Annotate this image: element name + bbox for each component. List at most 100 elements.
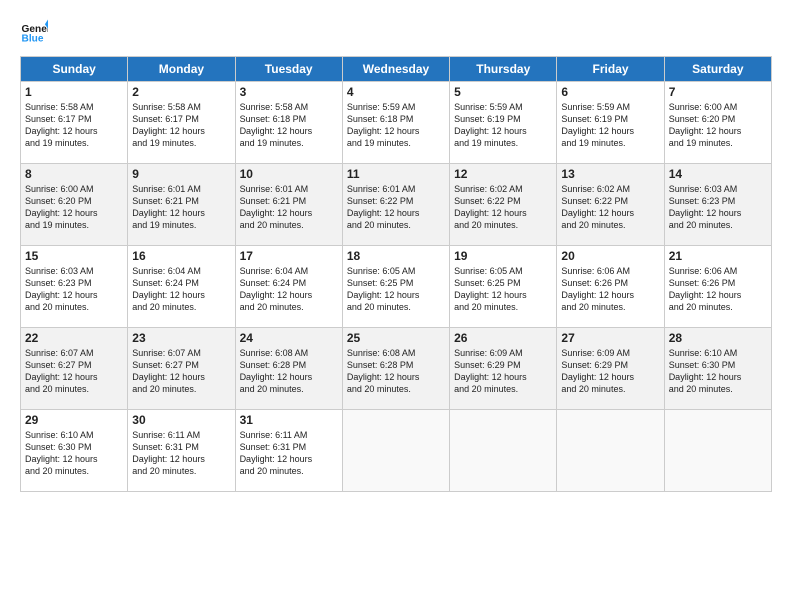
logo: General Blue	[20, 18, 48, 46]
calendar-day-cell: 16 Sunrise: 6:04 AM Sunset: 6:24 PM Dayli…	[128, 246, 235, 328]
day-info: Sunrise: 5:58 AM Sunset: 6:17 PM Dayligh…	[25, 101, 123, 150]
day-number: 14	[669, 167, 767, 181]
calendar-day-cell: 29 Sunrise: 6:10 AM Sunset: 6:30 PM Dayli…	[21, 410, 128, 492]
day-info: Sunrise: 6:06 AM Sunset: 6:26 PM Dayligh…	[561, 265, 659, 314]
day-number: 8	[25, 167, 123, 181]
logo-icon: General Blue	[20, 18, 48, 46]
calendar-day-cell: 20 Sunrise: 6:06 AM Sunset: 6:26 PM Dayli…	[557, 246, 664, 328]
day-number: 4	[347, 85, 445, 99]
day-number: 3	[240, 85, 338, 99]
day-info: Sunrise: 6:04 AM Sunset: 6:24 PM Dayligh…	[132, 265, 230, 314]
calendar-week-row: 1 Sunrise: 5:58 AM Sunset: 6:17 PM Daylig…	[21, 82, 772, 164]
day-info: Sunrise: 6:01 AM Sunset: 6:21 PM Dayligh…	[240, 183, 338, 232]
calendar-day-cell: 30 Sunrise: 6:11 AM Sunset: 6:31 PM Dayli…	[128, 410, 235, 492]
calendar-week-row: 15 Sunrise: 6:03 AM Sunset: 6:23 PM Dayli…	[21, 246, 772, 328]
day-info: Sunrise: 6:03 AM Sunset: 6:23 PM Dayligh…	[669, 183, 767, 232]
day-info: Sunrise: 5:58 AM Sunset: 6:17 PM Dayligh…	[132, 101, 230, 150]
calendar-day-cell: 10Sunrise: 6:01 AM Sunset: 6:21 PM Dayli…	[235, 164, 342, 246]
day-info: Sunrise: 6:10 AM Sunset: 6:30 PM Dayligh…	[25, 429, 123, 478]
day-number: 13	[561, 167, 659, 181]
day-number: 30	[132, 413, 230, 427]
calendar-day-cell: 2 Sunrise: 5:58 AM Sunset: 6:17 PM Daylig…	[128, 82, 235, 164]
calendar-day-cell: 15 Sunrise: 6:03 AM Sunset: 6:23 PM Dayli…	[21, 246, 128, 328]
calendar-day-cell: 27 Sunrise: 6:09 AM Sunset: 6:29 PM Dayli…	[557, 328, 664, 410]
day-number: 19	[454, 249, 552, 263]
day-header-sunday: Sunday	[21, 57, 128, 82]
day-number: 21	[669, 249, 767, 263]
calendar-day-cell	[664, 410, 771, 492]
day-number: 15	[25, 249, 123, 263]
day-number: 29	[25, 413, 123, 427]
day-info: Sunrise: 6:09 AM Sunset: 6:29 PM Dayligh…	[454, 347, 552, 396]
day-number: 5	[454, 85, 552, 99]
calendar-day-cell: 23Sunrise: 6:07 AM Sunset: 6:27 PM Dayli…	[128, 328, 235, 410]
calendar-day-cell: 21Sunrise: 6:06 AM Sunset: 6:26 PM Dayli…	[664, 246, 771, 328]
day-header-saturday: Saturday	[664, 57, 771, 82]
calendar-day-cell: 19 Sunrise: 6:05 AM Sunset: 6:25 PM Dayli…	[450, 246, 557, 328]
day-number: 17	[240, 249, 338, 263]
calendar-week-row: 29 Sunrise: 6:10 AM Sunset: 6:30 PM Dayli…	[21, 410, 772, 492]
calendar-week-row: 22Sunrise: 6:07 AM Sunset: 6:27 PM Dayli…	[21, 328, 772, 410]
day-header-monday: Monday	[128, 57, 235, 82]
calendar-header-row: SundayMondayTuesdayWednesdayThursdayFrid…	[21, 57, 772, 82]
calendar-day-cell: 8 Sunrise: 6:00 AM Sunset: 6:20 PM Daylig…	[21, 164, 128, 246]
day-number: 2	[132, 85, 230, 99]
day-number: 7	[669, 85, 767, 99]
calendar-day-cell: 12Sunrise: 6:02 AM Sunset: 6:22 PM Dayli…	[450, 164, 557, 246]
day-header-tuesday: Tuesday	[235, 57, 342, 82]
calendar-day-cell: 13Sunrise: 6:02 AM Sunset: 6:22 PM Dayli…	[557, 164, 664, 246]
day-info: Sunrise: 6:01 AM Sunset: 6:22 PM Dayligh…	[347, 183, 445, 232]
day-number: 24	[240, 331, 338, 345]
day-info: Sunrise: 6:08 AM Sunset: 6:28 PM Dayligh…	[347, 347, 445, 396]
day-number: 25	[347, 331, 445, 345]
day-number: 26	[454, 331, 552, 345]
calendar-body: 1 Sunrise: 5:58 AM Sunset: 6:17 PM Daylig…	[21, 82, 772, 492]
day-info: Sunrise: 6:05 AM Sunset: 6:25 PM Dayligh…	[454, 265, 552, 314]
day-number: 22	[25, 331, 123, 345]
day-number: 18	[347, 249, 445, 263]
calendar-table: SundayMondayTuesdayWednesdayThursdayFrid…	[20, 56, 772, 492]
calendar-day-cell	[557, 410, 664, 492]
day-number: 16	[132, 249, 230, 263]
day-info: Sunrise: 6:09 AM Sunset: 6:29 PM Dayligh…	[561, 347, 659, 396]
day-info: Sunrise: 6:10 AM Sunset: 6:30 PM Dayligh…	[669, 347, 767, 396]
day-info: Sunrise: 5:59 AM Sunset: 6:19 PM Dayligh…	[561, 101, 659, 150]
calendar-day-cell	[450, 410, 557, 492]
day-number: 27	[561, 331, 659, 345]
day-info: Sunrise: 5:58 AM Sunset: 6:18 PM Dayligh…	[240, 101, 338, 150]
day-info: Sunrise: 6:08 AM Sunset: 6:28 PM Dayligh…	[240, 347, 338, 396]
day-number: 23	[132, 331, 230, 345]
calendar-day-cell: 3 Sunrise: 5:58 AM Sunset: 6:18 PM Daylig…	[235, 82, 342, 164]
day-info: Sunrise: 6:04 AM Sunset: 6:24 PM Dayligh…	[240, 265, 338, 314]
day-number: 9	[132, 167, 230, 181]
calendar-day-cell: 26 Sunrise: 6:09 AM Sunset: 6:29 PM Dayli…	[450, 328, 557, 410]
calendar-week-row: 8 Sunrise: 6:00 AM Sunset: 6:20 PM Daylig…	[21, 164, 772, 246]
calendar-day-cell: 6 Sunrise: 5:59 AM Sunset: 6:19 PM Daylig…	[557, 82, 664, 164]
day-info: Sunrise: 6:03 AM Sunset: 6:23 PM Dayligh…	[25, 265, 123, 314]
calendar-day-cell: 31 Sunrise: 6:11 AM Sunset: 6:31 PM Dayli…	[235, 410, 342, 492]
day-number: 20	[561, 249, 659, 263]
day-info: Sunrise: 6:11 AM Sunset: 6:31 PM Dayligh…	[240, 429, 338, 478]
day-info: Sunrise: 6:11 AM Sunset: 6:31 PM Dayligh…	[132, 429, 230, 478]
day-info: Sunrise: 6:00 AM Sunset: 6:20 PM Dayligh…	[669, 101, 767, 150]
calendar-day-cell	[342, 410, 449, 492]
day-info: Sunrise: 6:05 AM Sunset: 6:25 PM Dayligh…	[347, 265, 445, 314]
day-info: Sunrise: 6:02 AM Sunset: 6:22 PM Dayligh…	[454, 183, 552, 232]
day-info: Sunrise: 6:00 AM Sunset: 6:20 PM Dayligh…	[25, 183, 123, 232]
day-number: 1	[25, 85, 123, 99]
page: General Blue SundayMondayTuesdayWednesda…	[0, 0, 792, 612]
calendar-day-cell: 18 Sunrise: 6:05 AM Sunset: 6:25 PM Dayli…	[342, 246, 449, 328]
calendar-day-cell: 17 Sunrise: 6:04 AM Sunset: 6:24 PM Dayli…	[235, 246, 342, 328]
day-number: 11	[347, 167, 445, 181]
day-number: 31	[240, 413, 338, 427]
calendar-day-cell: 24 Sunrise: 6:08 AM Sunset: 6:28 PM Dayli…	[235, 328, 342, 410]
calendar-day-cell: 9Sunrise: 6:01 AM Sunset: 6:21 PM Daylig…	[128, 164, 235, 246]
day-info: Sunrise: 5:59 AM Sunset: 6:18 PM Dayligh…	[347, 101, 445, 150]
day-number: 6	[561, 85, 659, 99]
day-header-thursday: Thursday	[450, 57, 557, 82]
calendar-day-cell: 7 Sunrise: 6:00 AM Sunset: 6:20 PM Daylig…	[664, 82, 771, 164]
day-header-friday: Friday	[557, 57, 664, 82]
calendar-day-cell: 22Sunrise: 6:07 AM Sunset: 6:27 PM Dayli…	[21, 328, 128, 410]
calendar-day-cell: 14 Sunrise: 6:03 AM Sunset: 6:23 PM Dayli…	[664, 164, 771, 246]
header: General Blue	[20, 18, 772, 46]
